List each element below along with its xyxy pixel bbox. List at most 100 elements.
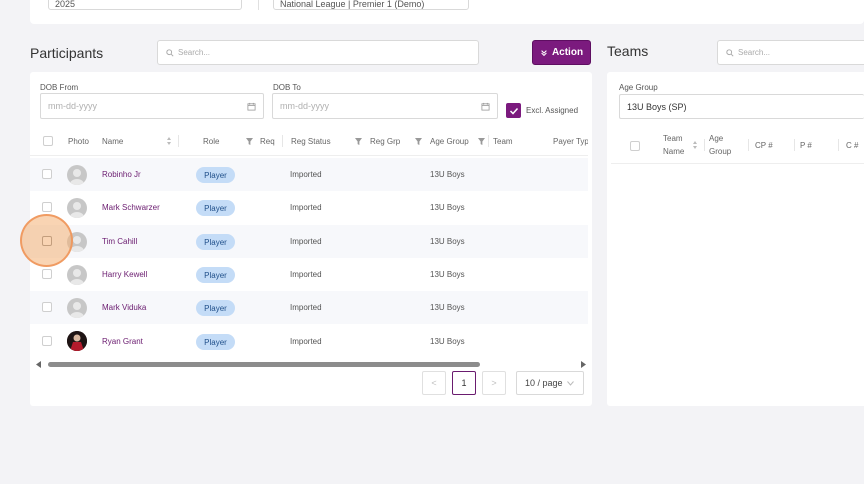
col-age-group-line1: Age <box>709 134 724 143</box>
sort-icon[interactable] <box>166 136 172 146</box>
row-checkbox[interactable] <box>42 169 52 179</box>
col-role[interactable]: Role <box>203 137 219 146</box>
filter-icon[interactable] <box>355 138 362 145</box>
col-team-name-line2: Name <box>663 147 685 156</box>
scroll-left-icon[interactable] <box>36 361 42 368</box>
column-separator <box>178 135 179 147</box>
click-highlight <box>20 214 73 267</box>
avatar <box>67 165 87 185</box>
avatar <box>67 265 87 285</box>
season-select[interactable]: 2025 <box>48 0 242 10</box>
next-page-button[interactable]: > <box>482 371 506 395</box>
row-checkbox[interactable] <box>42 269 52 279</box>
participant-name[interactable]: Harry Kewell <box>102 270 147 279</box>
table-row[interactable]: Harry Kewell Player Imported 13U Boys <box>30 258 588 291</box>
role-badge: Player <box>196 267 235 283</box>
col-team: Team <box>493 137 513 146</box>
filter-icon[interactable] <box>246 138 253 145</box>
age-group-label: Age Group <box>619 83 658 92</box>
dob-to-input[interactable]: mm-dd-yyyy <box>272 93 498 119</box>
row-checkbox[interactable] <box>42 202 52 212</box>
age-group-select[interactable]: 13U Boys (SP) <box>619 94 864 119</box>
dob-from-label: DOB From <box>40 83 79 92</box>
table-row[interactable]: Robinho Jr Player Imported 13U Boys <box>30 158 588 191</box>
age-group-value: 13U Boys (SP) <box>627 101 687 112</box>
age-group: 13U Boys <box>430 237 465 246</box>
filter-icon[interactable] <box>478 138 485 145</box>
age-group: 13U Boys <box>430 337 465 346</box>
filter-icon[interactable] <box>415 138 422 145</box>
participant-name[interactable]: Mark Schwarzer <box>102 203 160 212</box>
teams-search-input[interactable]: Search... <box>717 40 864 65</box>
calendar-icon <box>481 102 490 111</box>
col-reg-grp[interactable]: Reg Grp <box>370 137 400 146</box>
col-name[interactable]: Name <box>102 137 123 146</box>
double-chevron-down-icon <box>541 49 547 56</box>
action-button[interactable]: Action <box>532 40 591 65</box>
participant-name[interactable]: Ryan Grant <box>102 337 143 346</box>
column-separator <box>282 135 283 147</box>
table-row[interactable]: Mark Schwarzer Player Imported 13U Boys <box>30 191 588 224</box>
col-age-group[interactable]: Age Group <box>430 137 469 146</box>
column-separator <box>838 139 839 151</box>
role-badge: Player <box>196 167 235 183</box>
search-placeholder: Search... <box>738 48 771 57</box>
role-badge: Player <box>196 334 235 350</box>
col-payer-type: Payer Typ <box>553 137 588 146</box>
select-all-checkbox[interactable] <box>43 136 53 146</box>
search-placeholder: Search... <box>178 48 211 57</box>
row-checkbox[interactable] <box>42 302 52 312</box>
table-row[interactable]: Tim Cahill Player Imported 13U Boys <box>30 225 588 258</box>
checkmark-icon <box>509 107 518 115</box>
dob-from-input[interactable]: mm-dd-yyyy <box>40 93 264 119</box>
col-p: P # <box>800 141 812 150</box>
dob-from-placeholder: mm-dd-yyyy <box>48 101 97 111</box>
age-group: 13U Boys <box>430 303 465 312</box>
col-photo: Photo <box>68 137 89 146</box>
participant-name[interactable]: Tim Cahill <box>102 237 137 246</box>
reg-status: Imported <box>290 237 322 246</box>
chevron-down-icon <box>566 380 574 386</box>
dob-to-placeholder: mm-dd-yyyy <box>280 101 329 111</box>
participants-search-input[interactable]: Search... <box>157 40 479 65</box>
excl-assigned-checkbox[interactable] <box>506 103 521 118</box>
table-row[interactable]: Ryan Grant Player Imported 13U Boys <box>30 325 588 358</box>
role-badge: Player <box>196 300 235 316</box>
col-c: C # <box>846 141 859 150</box>
reg-status: Imported <box>290 203 322 212</box>
col-reg-status[interactable]: Reg Status <box>291 137 331 146</box>
teams-panel <box>607 72 864 406</box>
col-req: Req <box>260 137 275 146</box>
league-select[interactable]: National League | Premier 1 (Demo) <box>273 0 469 10</box>
col-age-group-line2: Group <box>709 147 732 156</box>
sort-icon[interactable] <box>692 140 698 150</box>
reg-status: Imported <box>290 270 322 279</box>
divider <box>258 0 259 10</box>
role-badge: Player <box>196 200 235 216</box>
table-row[interactable]: Mark Viduka Player Imported 13U Boys <box>30 291 588 324</box>
row-checkbox[interactable] <box>42 336 52 346</box>
dob-to-label: DOB To <box>273 83 301 92</box>
column-separator <box>704 139 705 151</box>
reg-status: Imported <box>290 337 322 346</box>
column-separator <box>488 135 489 147</box>
column-separator <box>794 139 795 151</box>
prev-page-button[interactable]: < <box>422 371 446 395</box>
col-team-name-line1: Team <box>663 134 683 143</box>
scroll-right-icon[interactable] <box>581 361 587 368</box>
calendar-icon <box>247 102 256 111</box>
participant-name[interactable]: Robinho Jr <box>102 170 141 179</box>
scrollbar-thumb[interactable] <box>48 362 480 367</box>
avatar <box>67 331 87 351</box>
page-size-select[interactable]: 10 / page <box>516 371 584 395</box>
header-divider <box>30 155 588 156</box>
age-group: 13U Boys <box>430 270 465 279</box>
page-size-value: 10 / page <box>525 378 563 388</box>
age-group: 13U Boys <box>430 203 465 212</box>
page-1-button[interactable]: 1 <box>452 371 476 395</box>
teams-select-all-checkbox[interactable] <box>630 141 640 151</box>
participant-name[interactable]: Mark Viduka <box>102 303 146 312</box>
age-group: 13U Boys <box>430 170 465 179</box>
search-icon <box>166 48 174 57</box>
reg-status: Imported <box>290 303 322 312</box>
